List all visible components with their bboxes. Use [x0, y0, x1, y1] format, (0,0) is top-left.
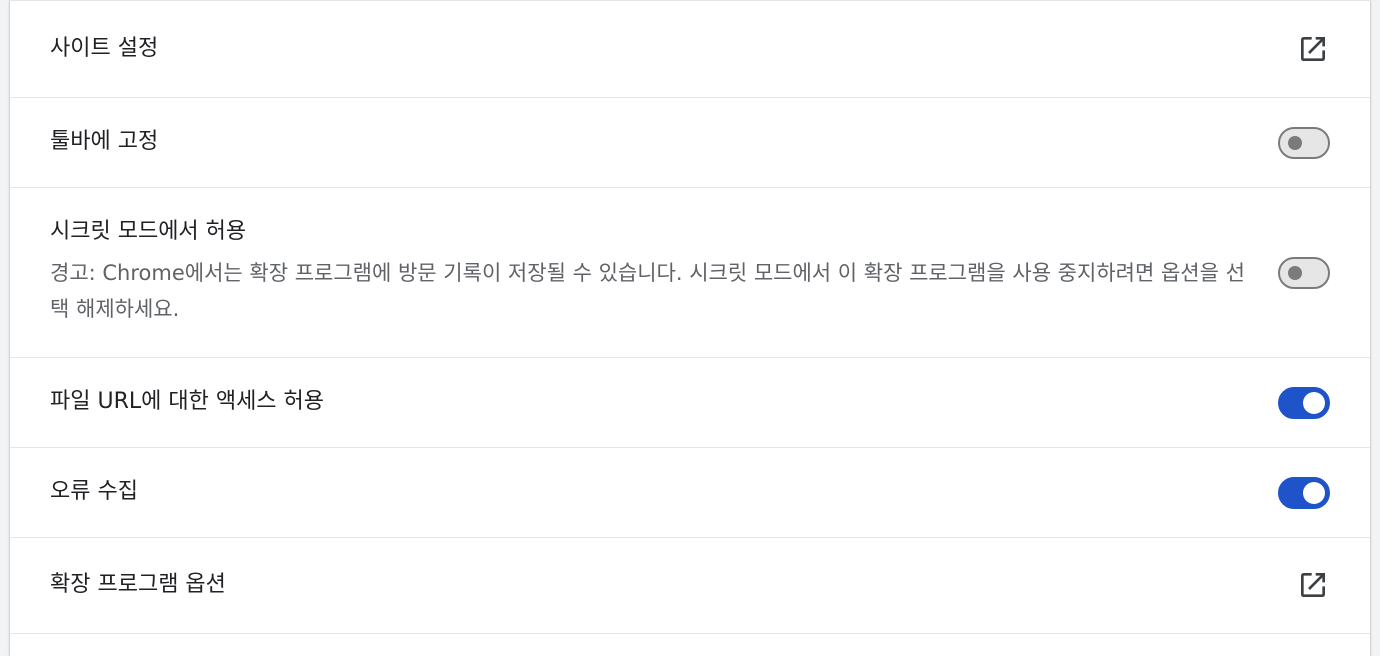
allow-incognito-toggle[interactable]: [1278, 257, 1330, 289]
extension-options-row[interactable]: 확장 프로그램 옵션: [10, 538, 1370, 634]
pin-to-toolbar-toggle[interactable]: [1278, 127, 1330, 159]
toggle-knob: [1303, 482, 1325, 504]
incognito-warning-text: 경고: Chrome에서는 확장 프로그램에 방문 기록이 저장될 수 있습니다…: [50, 261, 1245, 321]
file-url-access-toggle[interactable]: [1278, 387, 1330, 419]
site-settings-label: 사이트 설정: [50, 36, 159, 61]
file-url-access-label: 파일 URL에 대한 액세스 허용: [50, 389, 325, 414]
file-url-access-row: 파일 URL에 대한 액세스 허용: [10, 358, 1370, 448]
extension-details-card: 사이트 설정 툴바에 고정 시크릿 모드에서 허용 경고: Chrome에서는 …: [10, 0, 1370, 656]
collect-errors-row: 오류 수집: [10, 448, 1370, 538]
open-in-new-icon[interactable]: [1297, 569, 1329, 601]
allow-incognito-label: 시크릿 모드에서 허용: [50, 219, 247, 244]
pin-to-toolbar-row: 툴바에 고정: [10, 98, 1370, 188]
pin-to-toolbar-label: 툴바에 고정: [50, 129, 159, 154]
toggle-knob: [1288, 266, 1302, 280]
collect-errors-label: 오류 수집: [50, 479, 138, 504]
open-in-new-icon[interactable]: [1297, 33, 1329, 65]
collect-errors-toggle[interactable]: [1278, 477, 1330, 509]
allow-incognito-row: 시크릿 모드에서 허용 경고: Chrome에서는 확장 프로그램에 방문 기록…: [10, 188, 1370, 358]
site-settings-row[interactable]: 사이트 설정: [10, 1, 1370, 98]
toggle-knob: [1288, 136, 1302, 150]
extension-options-label: 확장 프로그램 옵션: [50, 572, 226, 597]
toggle-knob: [1303, 392, 1325, 414]
